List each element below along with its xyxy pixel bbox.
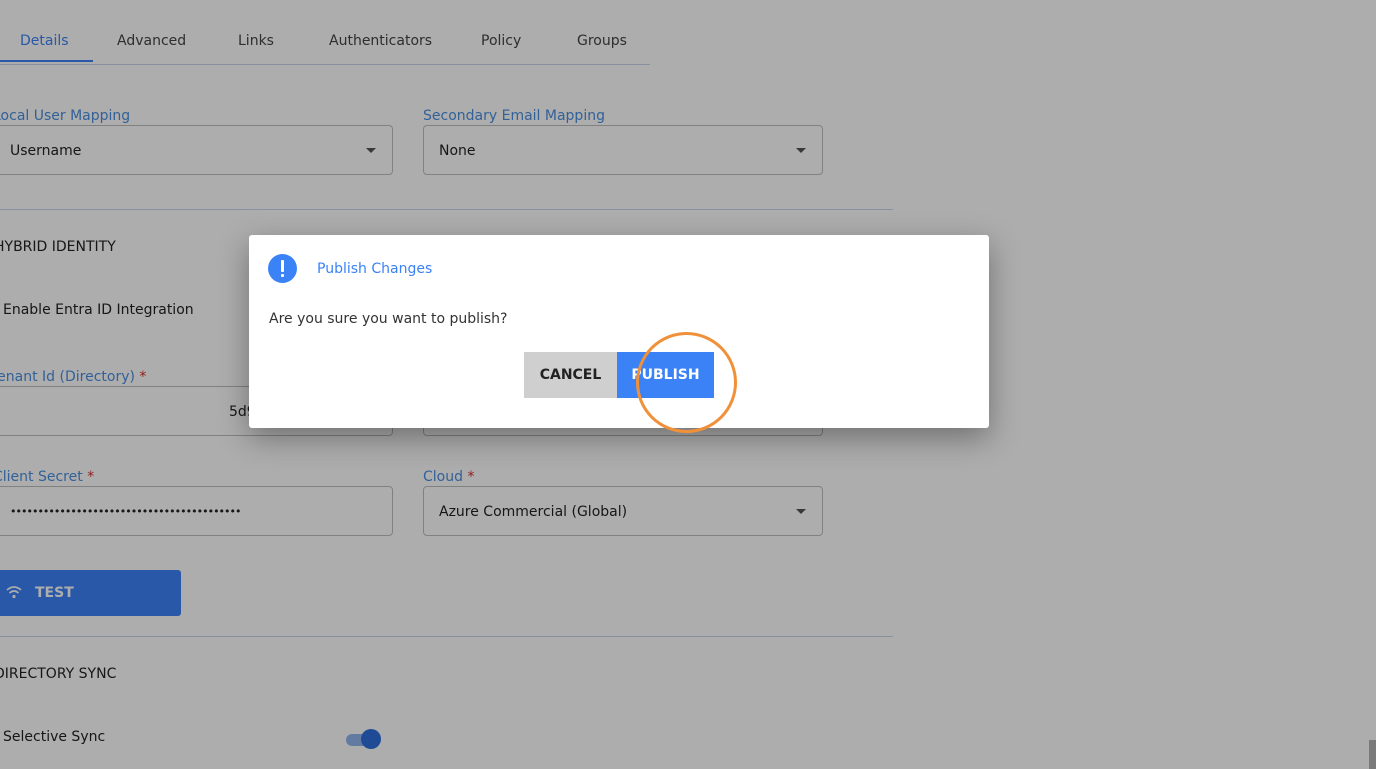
- alert-icon-bar: [281, 260, 284, 272]
- dialog-message: Are you sure you want to publish?: [269, 311, 508, 327]
- alert-icon-dot: [281, 274, 284, 277]
- publish-changes-dialog: Publish Changes Are you sure you want to…: [249, 235, 989, 428]
- cancel-button[interactable]: CANCEL: [524, 352, 617, 398]
- scrollbar-thumb[interactable]: [1369, 740, 1376, 769]
- alert-icon: [268, 254, 297, 283]
- dialog-title: Publish Changes: [317, 261, 433, 277]
- publish-button[interactable]: PUBLISH: [617, 352, 714, 398]
